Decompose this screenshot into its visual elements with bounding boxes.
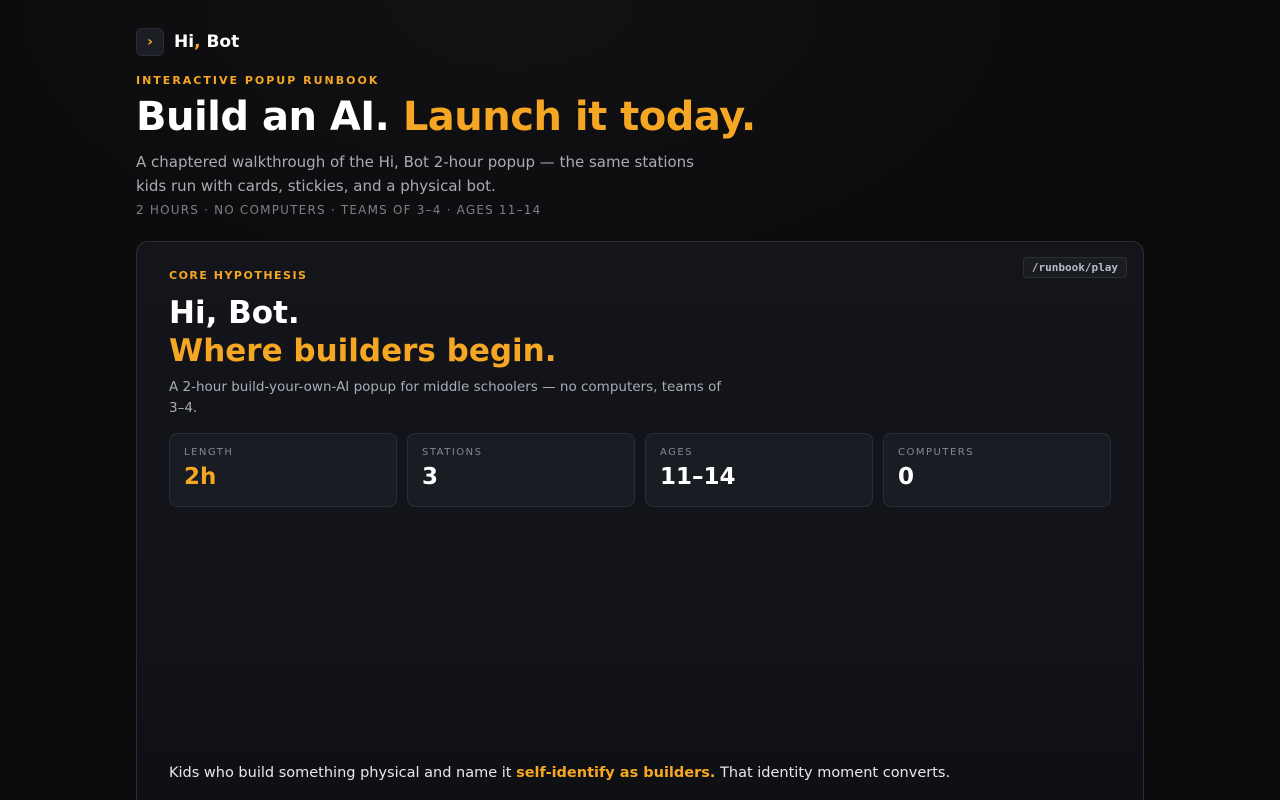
hero-subtitle: A chaptered walkthrough of the Hi, Bot 2… (136, 153, 694, 195)
brand-logo[interactable]: › Hi, Bot (136, 28, 239, 56)
page-title-main: Build an AI. (136, 94, 403, 140)
stat-label: AGES (660, 447, 694, 458)
stat-computers: COMPUTERS 0 (883, 433, 1111, 507)
stat-value: 3 (422, 464, 439, 490)
stat-ages: AGES 11–14 (645, 433, 873, 507)
tagline-pre: Kids who build something physical and na… (169, 765, 517, 781)
card-eyebrow: CORE HYPOTHESIS (169, 269, 308, 282)
page-title-accent: Launch it today. (402, 94, 756, 140)
route-badge[interactable]: /runbook/play (1022, 257, 1127, 278)
stats-row: LENGTH 2h STATIONS 3 AGES 11–14 COMPUTER… (169, 433, 1111, 507)
stat-value: 11–14 (660, 464, 736, 490)
page: › Hi, Bot INTERACTIVE POPUP RUNBOOK Buil… (0, 0, 1280, 800)
stat-stations: STATIONS 3 (407, 433, 635, 507)
card-title-line2: Where builders begin. (169, 333, 557, 369)
stat-length: LENGTH 2h (169, 433, 397, 507)
page-title: Build an AI. Launch it today. (136, 94, 756, 140)
stat-label: LENGTH (184, 447, 234, 458)
brand-name-part1: Hi (174, 32, 195, 52)
hero-meta: 2 HOURS · NO COMPUTERS · TEAMS OF 3–4 · … (136, 203, 542, 217)
stat-label: COMPUTERS (898, 447, 975, 458)
stat-value: 0 (898, 464, 915, 490)
tagline-post: That identity moment converts. (715, 765, 951, 781)
hero-eyebrow: INTERACTIVE POPUP RUNBOOK (136, 74, 380, 87)
brand-name-part2: Bot (200, 32, 240, 52)
card-description: A 2-hour build-your-own-AI popup for mid… (169, 379, 722, 416)
card-title: Hi, Bot. Where builders begin. (169, 294, 557, 370)
stat-value: 2h (184, 464, 217, 490)
stat-label: STATIONS (422, 447, 483, 458)
card-tagline: Kids who build something physical and na… (169, 765, 950, 781)
card-title-line1: Hi, Bot. (169, 295, 300, 331)
brand-name: Hi, Bot (174, 32, 239, 52)
hypothesis-card: /runbook/play CORE HYPOTHESIS Hi, Bot. W… (136, 241, 1144, 800)
tagline-highlight: self-identify as builders. (516, 765, 716, 781)
chevron-right-icon: › (136, 28, 164, 56)
